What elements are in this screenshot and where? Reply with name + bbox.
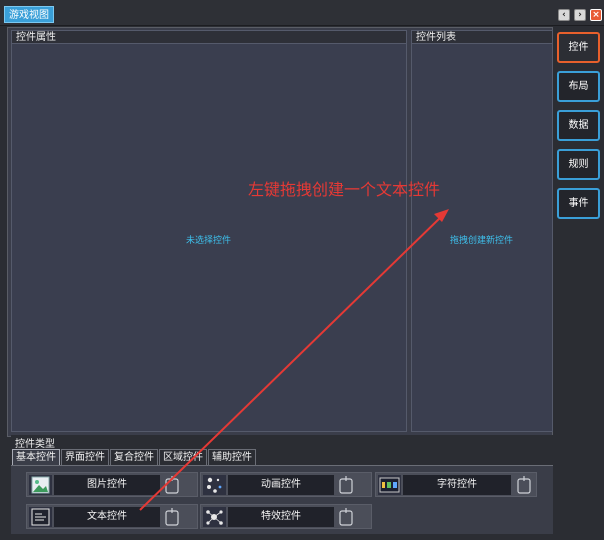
control-list-panel-title: 控件列表 — [412, 31, 552, 44]
text-lines-icon — [29, 507, 52, 527]
tab-region-controls[interactable]: 区域控件 — [159, 449, 207, 465]
image-control-item[interactable]: 图片控件 — [26, 472, 198, 497]
drag-handle-icon[interactable] — [336, 475, 356, 495]
control-palette: 图片控件 动画控件 字符控件 文本控件 特效控件 — [11, 466, 553, 534]
animation-control-item[interactable]: 动画控件 — [200, 472, 372, 497]
prev-arrow-button[interactable]: ‹ — [558, 9, 570, 21]
tab-helper-controls[interactable]: 辅助控件 — [208, 449, 256, 465]
tab-ui-controls[interactable]: 界面控件 — [61, 449, 109, 465]
effect-control-item[interactable]: 特效控件 — [200, 504, 372, 529]
title-bar: 游戏视图 ‹ › × — [0, 0, 604, 26]
effect-control-label: 特效控件 — [228, 507, 334, 527]
sidebar-tab-layout[interactable]: 布局 — [557, 71, 600, 102]
animation-dots-icon — [203, 475, 226, 495]
control-list-empty-hint: 拖拽创建新控件 — [450, 236, 514, 246]
sidebar-tab-rules[interactable]: 规则 — [557, 149, 600, 180]
drag-handle-icon[interactable] — [162, 475, 182, 495]
tab-basic-controls[interactable]: 基本控件 — [12, 449, 60, 465]
particle-effect-icon — [203, 507, 226, 527]
text-control-item[interactable]: 文本控件 — [26, 504, 198, 529]
control-types-tabs: 基本控件 界面控件 复合控件 区域控件 辅助控件 — [12, 449, 257, 465]
sidebar-tab-controls[interactable]: 控件 — [557, 32, 600, 63]
properties-panel: 控件属性 未选择控件 — [11, 30, 407, 432]
image-icon — [29, 475, 52, 495]
sidebar-tab-data[interactable]: 数据 — [557, 110, 600, 141]
tab-composite-controls[interactable]: 复合控件 — [110, 449, 158, 465]
animation-control-label: 动画控件 — [228, 475, 334, 495]
control-types-section: 控件类型 基本控件 界面控件 复合控件 区域控件 辅助控件 图片控件 动画控件 … — [11, 435, 553, 535]
properties-empty-hint: 未选择控件 — [186, 236, 232, 246]
control-types-title: 控件类型 — [15, 439, 55, 450]
digits-control-label: 字符控件 — [403, 475, 511, 495]
control-list-panel[interactable]: 控件列表 拖拽创建新控件 — [411, 30, 553, 432]
drag-handle-icon[interactable] — [162, 507, 182, 527]
drag-handle-icon[interactable] — [514, 475, 534, 495]
image-control-label: 图片控件 — [54, 475, 160, 495]
properties-panel-title: 控件属性 — [12, 31, 406, 44]
digits-control-item[interactable]: 字符控件 — [375, 472, 537, 497]
window-title: 游戏视图 — [4, 6, 54, 23]
drag-handle-icon[interactable] — [336, 507, 356, 527]
next-arrow-button[interactable]: › — [574, 9, 586, 21]
annotation-text: 左键拖拽创建一个文本控件 — [248, 180, 441, 199]
text-control-label: 文本控件 — [54, 507, 160, 527]
digits-123-icon — [378, 475, 401, 495]
sidebar-tab-events[interactable]: 事件 — [557, 188, 600, 219]
close-button[interactable]: × — [590, 9, 602, 21]
